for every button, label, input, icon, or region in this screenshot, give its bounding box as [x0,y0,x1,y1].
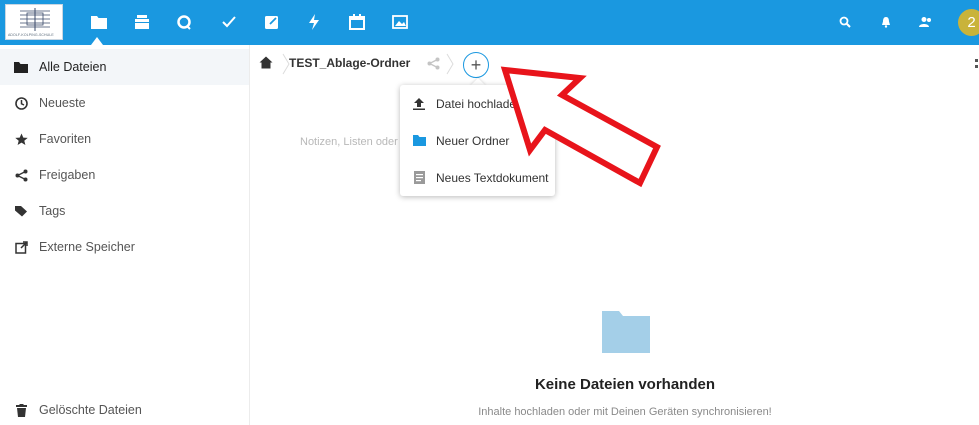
sidebar-item-all-files[interactable]: Alle Dateien [0,49,249,85]
share-icon[interactable] [427,57,441,71]
sidebar-item-favorites[interactable]: Favoriten [0,121,249,157]
upload-icon [412,97,426,111]
home-icon[interactable] [259,56,275,72]
notifications-bell-icon[interactable] [876,12,896,32]
sidebar-item-label: Neueste [39,96,86,110]
text-document-icon [412,171,426,185]
sidebar-item-recent[interactable]: Neueste [0,85,249,121]
sidebar-item-tags[interactable]: Tags [0,193,249,229]
top-header: ADOLF-KOLPING-SCHULE 2 [0,0,979,45]
notes-hint-text: Notizen, Listen oder [300,136,398,148]
external-link-icon [14,240,28,254]
contacts-icon[interactable] [916,12,936,32]
sidebar-item-label: Favoriten [39,132,92,146]
sidebar-item-label: Freigaben [39,168,96,182]
clock-icon [14,96,28,110]
folder-icon [412,134,426,148]
empty-folder-icon [602,311,650,358]
search-icon[interactable] [835,12,855,32]
checkmark-app-icon[interactable] [217,10,241,34]
tag-icon [14,204,28,218]
sidebar-item-label: Gelöschte Dateien [39,403,142,417]
sidebar-item-label: Alle Dateien [39,60,107,74]
empty-state-title: Keine Dateien vorhanden [534,376,716,393]
sidebar-item-deleted-files[interactable]: Gelöschte Dateien [0,392,249,425]
deck-app-icon[interactable] [130,10,154,34]
breadcrumb-current-folder[interactable]: TEST_Ablage-Ordner [289,56,410,70]
sidebar-item-external-storage[interactable]: Externe Speicher [0,229,249,265]
files-app-icon[interactable] [87,10,111,34]
active-app-marker [91,37,103,45]
school-logo[interactable]: ADOLF-KOLPING-SCHULE [5,4,63,40]
calendar-app-icon[interactable] [345,10,369,34]
empty-state-subtitle: Inhalte hochladen oder mit Deinen Geräte… [478,406,772,418]
more-options-icon[interactable] [974,57,979,71]
red-arrow-annotation [500,66,661,188]
talk-app-icon[interactable] [172,10,196,34]
sidebar-item-shares[interactable]: Freigaben [0,157,249,193]
navigation-sidebar: Alle Dateien Neueste Favoriten Freigaben… [0,45,250,425]
activity-app-icon[interactable] [302,10,326,34]
new-item-button[interactable]: + [463,52,489,78]
star-icon [14,132,28,146]
user-avatar[interactable]: 2 [958,9,979,36]
sidebar-item-label: Tags [39,204,66,218]
folder-icon [14,60,28,74]
notes-app-icon[interactable] [260,10,284,34]
logo-text: ADOLF-KOLPING-SCHULE [8,33,54,37]
breadcrumb-separator [445,53,455,75]
trash-icon [14,403,28,417]
gallery-app-icon[interactable] [388,10,412,34]
share-icon [14,168,28,182]
sidebar-item-label: Externe Speicher [39,240,135,254]
